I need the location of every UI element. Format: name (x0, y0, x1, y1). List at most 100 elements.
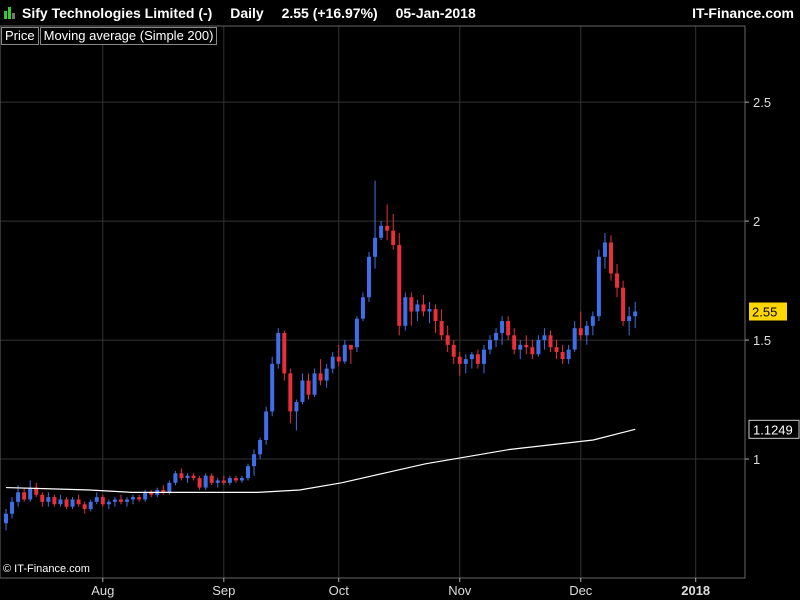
candle-body (596, 256, 601, 317)
watermark: © IT-Finance.com (3, 563, 90, 575)
candle-body (385, 225, 390, 231)
legend-moving-average[interactable]: Moving average (Simple 200) (39, 27, 218, 45)
candle-body (88, 501, 93, 509)
candle-body (578, 328, 583, 336)
candle-body (409, 297, 414, 312)
candle-body (203, 475, 208, 488)
candle-body (633, 311, 638, 317)
candle-body (10, 501, 15, 514)
candle-body (584, 325, 589, 336)
candle-body (566, 349, 571, 360)
candle-body (143, 492, 148, 500)
candle-body (548, 335, 553, 348)
candle-body (112, 499, 117, 502)
x-tick-label: Sep (212, 583, 235, 598)
candle-body (227, 478, 232, 483)
x-tick-label: Oct (329, 583, 350, 598)
candle-body (469, 354, 474, 360)
candle-body (100, 497, 105, 505)
candle-body (330, 356, 335, 369)
candle-body (312, 373, 317, 395)
candle-body (179, 473, 184, 479)
x-tick-label: Aug (91, 583, 114, 598)
candle-body (294, 401, 299, 412)
candle-body (627, 316, 632, 322)
candle-body (354, 318, 359, 348)
candle-body (379, 225, 384, 238)
candle-body (118, 499, 123, 502)
candle-body (518, 344, 523, 350)
candle-body (4, 513, 8, 524)
y-axis: 1 1.5 2 2.5 (745, 95, 771, 467)
candle-body (602, 242, 607, 257)
candle-body (342, 344, 347, 362)
candle-body (463, 359, 468, 364)
candle-body (488, 340, 492, 350)
candle-body (28, 487, 33, 500)
candle-body (433, 309, 438, 322)
candle-body (233, 478, 238, 481)
candle-body (221, 480, 226, 483)
candle-body (506, 321, 511, 336)
legend-price[interactable]: Price (1, 27, 39, 45)
plot-border (0, 25, 746, 579)
candle-body (500, 321, 505, 333)
candle-body (16, 492, 21, 502)
last-price-value: 2.55 (752, 305, 777, 320)
candle-body (415, 304, 420, 312)
candles (4, 180, 638, 531)
candle-body (536, 340, 541, 355)
candle-body (288, 373, 293, 412)
candle-body (137, 497, 142, 500)
y-tick-label: 2 (753, 214, 760, 229)
candle-body (609, 242, 613, 274)
candle-body (512, 335, 517, 350)
candle-body (106, 501, 111, 505)
candle-body (615, 273, 620, 288)
candle-body (348, 344, 353, 350)
chart-grid (0, 26, 745, 578)
candle-body (542, 335, 547, 341)
candle-body (324, 368, 329, 381)
candle-body (22, 492, 27, 500)
candle-body (215, 480, 220, 483)
candle-body (185, 475, 190, 479)
candle-body (481, 349, 486, 364)
candle-body (445, 335, 450, 345)
ma-value: 1.1249 (753, 422, 793, 437)
candle-body (475, 354, 480, 364)
x-axis: Aug Sep Oct Nov Dec 2018 (91, 578, 710, 598)
candle-body (560, 351, 565, 360)
candle-body (258, 440, 263, 455)
candle-body (94, 497, 99, 502)
candle-body (572, 328, 577, 350)
candle-body (58, 499, 63, 505)
candle-body (494, 332, 499, 341)
candle-body (427, 309, 432, 312)
candle-body (554, 347, 559, 352)
candle-body (264, 411, 269, 440)
candle-body (439, 321, 444, 336)
candle-body (276, 332, 281, 364)
price-chart: 11.522.5 Aug Sep Oct Nov Dec 2018 2.551.1249 … (0, 25, 800, 598)
candle-body (336, 356, 341, 362)
candle-body (270, 363, 275, 412)
candle-body (590, 316, 595, 326)
candle-body (530, 347, 535, 355)
y-tick-label: 2.5 (753, 95, 771, 110)
candle-body (397, 244, 402, 326)
candle-body (457, 356, 462, 364)
candle-body (282, 332, 287, 374)
candle-body (197, 478, 202, 488)
candle-body (40, 494, 45, 502)
candle-body (82, 504, 87, 509)
candle-body (318, 373, 323, 381)
candle-body (64, 499, 69, 507)
candle-body (246, 466, 250, 479)
candle-body (391, 230, 396, 245)
candle-body (524, 344, 529, 348)
candle-body (46, 497, 51, 502)
candle-body (403, 297, 408, 326)
candle-body (373, 237, 378, 257)
candle-body (131, 497, 136, 500)
